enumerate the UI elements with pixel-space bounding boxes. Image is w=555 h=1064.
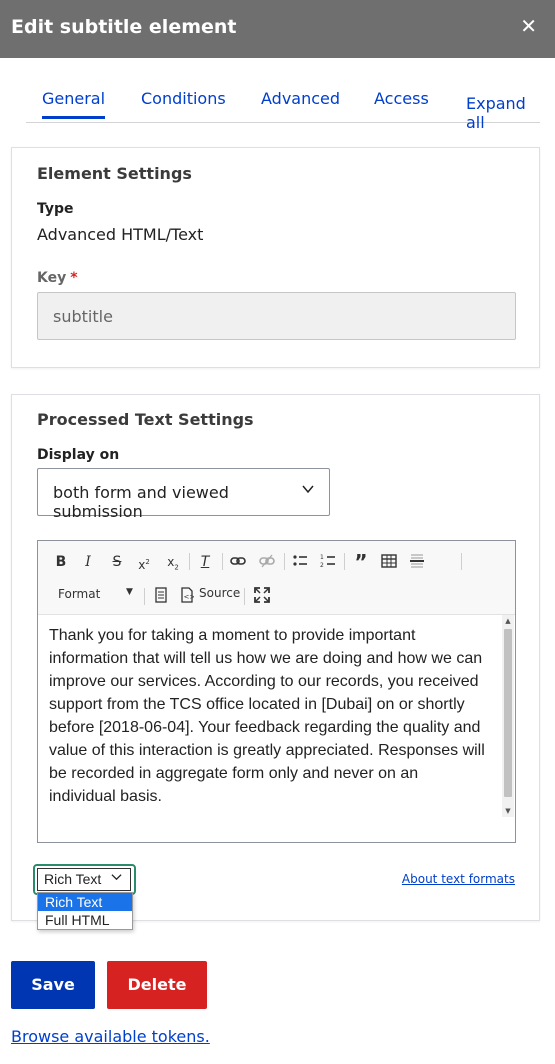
scrollbar-thumb[interactable] [504,629,512,797]
link-icon[interactable] [229,553,247,574]
toolbar-divider [284,553,285,570]
editor-content[interactable]: Thank you for taking a moment to provide… [49,624,489,808]
svg-text:2: 2 [320,562,324,569]
required-marker: * [70,270,78,286]
toolbar-divider [222,553,223,570]
horizontal-line-icon[interactable] [408,553,426,574]
type-value: Advanced HTML/Text [37,225,204,244]
blockquote-icon[interactable]: ” [352,552,370,572]
expand-all-link[interactable]: Expand all [466,94,540,132]
toolbar-divider [144,588,145,605]
about-text-formats-link[interactable]: About text formats [402,872,515,886]
element-settings-title: Element Settings [37,164,192,183]
chevron-down-icon [301,482,315,500]
processed-text-title: Processed Text Settings [37,410,254,429]
text-format-option-full-html[interactable]: Full HTML [38,911,132,929]
save-button[interactable]: Save [11,961,95,1009]
source-button[interactable]: Source [199,586,240,600]
tab-general[interactable]: General [42,89,106,119]
svg-text:1: 1 [320,554,324,561]
numbered-list-icon[interactable]: 12 [319,553,337,574]
bold-icon[interactable]: B [52,553,70,571]
superscript-icon[interactable]: x2 [135,553,153,574]
processed-text-card: Processed Text Settings Display on both … [11,394,540,930]
bulleted-list-icon[interactable] [291,553,309,574]
text-format-option-rich-text[interactable]: Rich Text [38,893,132,911]
table-icon[interactable] [380,553,398,574]
display-on-select[interactable]: both form and viewed submission [37,468,330,521]
unlink-icon[interactable] [258,553,276,574]
maximize-icon[interactable] [253,587,271,608]
svg-text:<>: <> [184,593,195,601]
tab-access[interactable]: Access [374,89,429,108]
toolbar-divider [344,553,345,570]
key-label-text: Key [37,270,67,286]
scroll-down-icon[interactable]: ▼ [502,807,514,815]
key-label: Key * [37,270,78,286]
dialog-title: Edit subtitle element [11,16,237,38]
editor-toolbar: B I S x2 x2 T 12 ” Format ▼ <> Source [38,541,515,615]
remove-format-icon[interactable]: T [196,553,214,571]
editor-scrollbar[interactable]: ▲ ▼ [502,615,514,817]
show-blocks-icon[interactable] [152,587,170,608]
rich-text-editor: B I S x2 x2 T 12 ” Format ▼ <> Source Th… [37,540,516,843]
scroll-up-icon[interactable]: ▲ [502,617,514,625]
dialog-titlebar: Edit subtitle element ✕ [0,0,555,58]
subscript-icon[interactable]: x2 [164,553,182,576]
browse-tokens-link[interactable]: Browse available tokens. [11,1027,210,1046]
source-icon: <> [178,587,196,608]
text-format-dropdown: Rich Text Full HTML [37,892,133,930]
caret-down-icon: ▼ [126,587,133,597]
tab-conditions[interactable]: Conditions [141,89,226,108]
format-dropdown[interactable]: Format [58,587,100,601]
close-icon[interactable]: ✕ [520,14,537,38]
element-settings-card: Element Settings Type Advanced HTML/Text… [11,147,540,368]
delete-button[interactable]: Delete [107,961,207,1009]
text-format-select[interactable]: Rich Text [37,868,131,891]
display-on-value: both form and viewed submission [53,483,229,521]
type-label: Type [37,201,74,217]
key-input[interactable]: subtitle [37,292,516,340]
toolbar-divider [461,553,462,570]
toolbar-divider [244,588,245,605]
italic-icon[interactable]: I [79,553,97,571]
display-on-label: Display on [37,447,120,463]
text-format-value: Rich Text [44,871,102,887]
tab-advanced[interactable]: Advanced [261,89,340,108]
toolbar-divider [189,553,190,570]
tab-bar: General Conditions Advanced Access Expan… [26,80,540,132]
strikethrough-icon[interactable]: S [108,553,126,571]
chevron-down-icon [111,871,122,885]
